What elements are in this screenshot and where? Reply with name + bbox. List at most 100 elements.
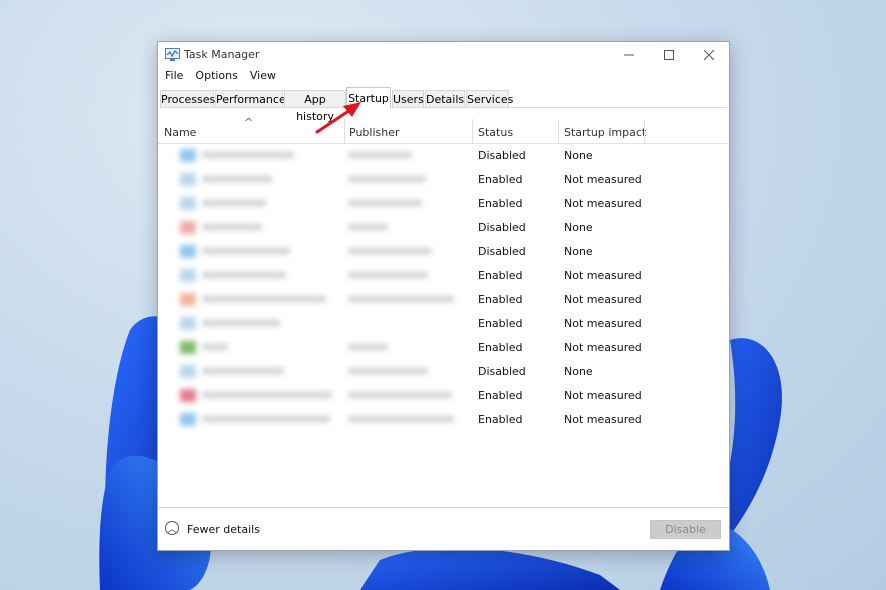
task-manager-icon [165, 48, 180, 61]
maximize-button[interactable] [649, 42, 689, 68]
app-name-blurred [202, 344, 228, 350]
status-cell: Enabled [478, 341, 523, 354]
status-cell: Disabled [478, 149, 526, 162]
startup-impact-cell: None [564, 149, 593, 162]
app-icon-blurred [180, 269, 196, 282]
table-row[interactable]: Disabled None [158, 143, 729, 167]
app-name-blurred [202, 320, 280, 326]
tab-performance[interactable]: Performance [215, 90, 286, 107]
startup-impact-cell: Not measured [564, 341, 642, 354]
maximize-icon [664, 50, 674, 60]
sort-ascending-icon: ^ [244, 116, 254, 129]
publisher-blurred [348, 200, 422, 206]
startup-impact-cell: None [564, 245, 593, 258]
task-manager-window: Task Manager File Options View Processes… [157, 41, 730, 551]
column-name[interactable]: Name [164, 126, 196, 139]
app-icon-blurred [180, 197, 196, 210]
startup-impact-cell: Not measured [564, 389, 642, 402]
table-row[interactable]: Enabled Not measured [158, 263, 729, 287]
footer-bar: ︿ Fewer details Disable [158, 507, 729, 551]
status-cell: Disabled [478, 245, 526, 258]
startup-impact-cell: Not measured [564, 293, 642, 306]
table-row[interactable]: Enabled Not measured [158, 287, 729, 311]
column-separator[interactable] [644, 119, 645, 143]
status-cell: Enabled [478, 413, 523, 426]
app-icon-blurred [180, 365, 196, 378]
status-cell: Disabled [478, 221, 526, 234]
publisher-blurred [348, 416, 454, 422]
menu-file[interactable]: File [164, 69, 184, 85]
column-status[interactable]: Status [478, 126, 513, 139]
app-name-blurred [202, 368, 284, 374]
app-name-blurred [202, 272, 286, 278]
app-icon-blurred [180, 293, 196, 306]
tab-users[interactable]: Users [392, 90, 424, 107]
column-separator[interactable] [558, 119, 559, 143]
app-name-blurred [202, 416, 330, 422]
menu-view[interactable]: View [249, 69, 277, 85]
status-cell: Enabled [478, 389, 523, 402]
publisher-blurred [348, 224, 388, 230]
startup-impact-cell: Not measured [564, 269, 642, 282]
publisher-blurred [348, 392, 452, 398]
status-cell: Disabled [478, 365, 526, 378]
startup-impact-cell: None [564, 221, 593, 234]
startup-impact-cell: Not measured [564, 413, 642, 426]
publisher-blurred [348, 272, 428, 278]
app-icon-blurred [180, 317, 196, 330]
app-icon-blurred [180, 341, 196, 354]
publisher-blurred [348, 152, 412, 158]
app-icon-blurred [180, 389, 196, 402]
publisher-blurred [348, 296, 454, 302]
table-row[interactable]: Disabled None [158, 215, 729, 239]
app-name-blurred [202, 392, 332, 398]
table-row[interactable]: Enabled Not measured [158, 191, 729, 215]
column-publisher[interactable]: Publisher [349, 126, 400, 139]
status-cell: Enabled [478, 269, 523, 282]
startup-impact-cell: Not measured [564, 317, 642, 330]
column-separator[interactable] [472, 119, 473, 143]
publisher-blurred [348, 248, 432, 254]
tab-services[interactable]: Services [466, 90, 513, 107]
table-row[interactable]: Enabled Not measured [158, 335, 729, 359]
app-name-blurred [202, 176, 272, 182]
table-row[interactable]: Disabled None [158, 359, 729, 383]
menu-options[interactable]: Options [194, 69, 238, 85]
column-header-row: ^ Name Publisher Status Startup impact [158, 113, 729, 144]
startup-impact-cell: None [564, 365, 593, 378]
app-name-blurred [202, 152, 294, 158]
tab-details[interactable]: Details [425, 90, 465, 107]
tab-startup[interactable]: Startup [346, 87, 391, 108]
app-icon-blurred [180, 149, 196, 162]
tab-app-history[interactable]: App history [284, 90, 346, 123]
startup-impact-cell: Not measured [564, 197, 642, 210]
status-cell: Enabled [478, 197, 523, 210]
disable-button[interactable]: Disable [650, 520, 721, 539]
window-title: Task Manager [184, 48, 260, 61]
table-row[interactable]: Enabled Not measured [158, 383, 729, 407]
publisher-blurred [348, 368, 428, 374]
app-icon-blurred [180, 221, 196, 234]
table-row[interactable]: Enabled Not measured [158, 311, 729, 335]
status-cell: Enabled [478, 173, 523, 186]
tab-processes[interactable]: Processes [160, 90, 215, 107]
close-button[interactable] [689, 42, 729, 68]
app-name-blurred [202, 296, 326, 302]
fewer-details-link[interactable]: Fewer details [187, 523, 260, 536]
table-row[interactable]: Enabled Not measured [158, 167, 729, 191]
app-name-blurred [202, 200, 266, 206]
title-bar: Task Manager [158, 42, 729, 68]
publisher-blurred [348, 176, 426, 182]
table-row[interactable]: Disabled None [158, 239, 729, 263]
app-icon-blurred [180, 245, 196, 258]
chevron-up-circle-icon[interactable]: ︿ [165, 521, 179, 535]
menu-bar: File Options View [164, 69, 277, 85]
startup-impact-cell: Not measured [564, 173, 642, 186]
minimize-button[interactable] [609, 42, 649, 68]
column-startup-impact[interactable]: Startup impact [564, 126, 646, 139]
column-separator[interactable] [344, 119, 345, 143]
publisher-blurred [348, 344, 388, 350]
status-cell: Enabled [478, 317, 523, 330]
status-cell: Enabled [478, 293, 523, 306]
table-row[interactable]: Enabled Not measured [158, 407, 729, 431]
